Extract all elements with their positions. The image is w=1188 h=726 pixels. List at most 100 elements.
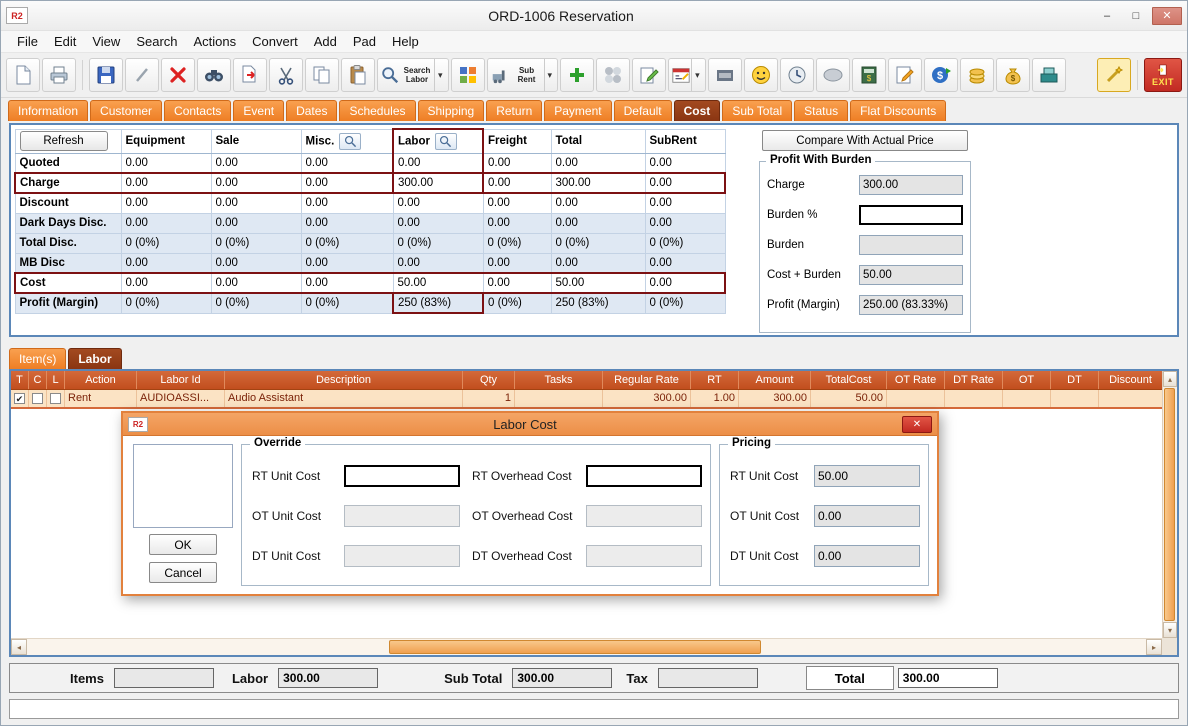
dialog-close-button[interactable]: ✕ xyxy=(902,416,932,433)
calendar-button[interactable]: ▾ xyxy=(668,58,706,92)
ok-button[interactable]: OK xyxy=(149,534,217,555)
col-discount: Discount xyxy=(1099,371,1163,389)
items-header-row: T C L Action Labor Id Description Qty Ta… xyxy=(11,371,1163,389)
strike-button[interactable] xyxy=(125,58,159,92)
menu-file[interactable]: File xyxy=(9,32,46,51)
copy-button[interactable] xyxy=(305,58,339,92)
tab-contacts[interactable]: Contacts xyxy=(164,100,231,121)
tab-schedules[interactable]: Schedules xyxy=(339,100,415,121)
tab-customer[interactable]: Customer xyxy=(90,100,162,121)
minimize-button[interactable]: – xyxy=(1094,7,1120,25)
refresh-button[interactable]: Refresh xyxy=(20,131,108,151)
cut-button[interactable] xyxy=(269,58,303,92)
cell: 0.00 xyxy=(393,213,483,233)
menu-view[interactable]: View xyxy=(84,32,128,51)
cell: 300.00 xyxy=(551,173,645,193)
c-checkbox[interactable] xyxy=(32,393,43,404)
horizontal-scroll-thumb[interactable] xyxy=(389,640,761,654)
tab-status[interactable]: Status xyxy=(794,100,848,121)
tab-sub-total[interactable]: Sub Total xyxy=(722,100,792,121)
edit-notes-button[interactable] xyxy=(888,58,922,92)
tab-flat-discounts[interactable]: Flat Discounts xyxy=(850,100,946,121)
tab-default[interactable]: Default xyxy=(614,100,672,121)
vertical-scrollbar[interactable]: ▴ ▾ xyxy=(1162,371,1177,638)
menu-actions[interactable]: Actions xyxy=(186,32,245,51)
rt-overhead-cost-input[interactable] xyxy=(586,465,702,487)
group-button[interactable] xyxy=(596,58,630,92)
financials-button[interactable]: $ xyxy=(852,58,886,92)
tab-payment[interactable]: Payment xyxy=(544,100,611,121)
magic-wand-button[interactable] xyxy=(1097,58,1131,92)
find-button[interactable] xyxy=(197,58,231,92)
col-misc-label: Misc. xyxy=(306,135,335,147)
blank-button[interactable] xyxy=(816,58,850,92)
history-button[interactable] xyxy=(780,58,814,92)
rt-unit-cost-input[interactable] xyxy=(344,465,460,487)
titlebar: R2 ORD-1006 Reservation – □ ✕ xyxy=(1,1,1187,31)
menu-help[interactable]: Help xyxy=(384,32,427,51)
chart-icon xyxy=(457,64,479,86)
exit-button[interactable]: EXIT xyxy=(1144,58,1182,92)
tab-shipping[interactable]: Shipping xyxy=(418,100,485,121)
tab-items[interactable]: Item(s) xyxy=(9,348,66,369)
feedback-button[interactable] xyxy=(744,58,778,92)
col-labor-label: Labor xyxy=(398,135,430,147)
tab-event[interactable]: Event xyxy=(233,100,284,121)
menu-add[interactable]: Add xyxy=(306,32,345,51)
compare-with-actual-price-button[interactable]: Compare With Actual Price xyxy=(762,130,968,151)
pricing-group-title: Pricing xyxy=(728,437,775,449)
cell: 0.00 xyxy=(121,153,211,173)
new-document-button[interactable] xyxy=(6,58,40,92)
menu-edit[interactable]: Edit xyxy=(46,32,84,51)
search-labor-button[interactable]: Search Labor▾ xyxy=(377,58,449,92)
delete-button[interactable] xyxy=(161,58,195,92)
scroll-left-icon[interactable]: ◂ xyxy=(11,639,27,655)
labor-item-row[interactable]: ✔ Rent AUDIOASSI... Audio Assistant 1 30… xyxy=(11,389,1163,408)
labor-list-box[interactable] xyxy=(133,444,233,528)
scroll-down-icon[interactable]: ▾ xyxy=(1163,622,1177,638)
scroll-right-icon[interactable]: ▸ xyxy=(1146,639,1162,655)
t-checkbox[interactable]: ✔ xyxy=(14,393,25,404)
add-button[interactable] xyxy=(560,58,594,92)
currency-button[interactable]: $ xyxy=(924,58,958,92)
scissors-icon xyxy=(275,64,297,86)
maximize-button[interactable]: □ xyxy=(1123,7,1149,25)
scroll-up-icon[interactable]: ▴ xyxy=(1163,371,1177,387)
label-print-button[interactable] xyxy=(708,58,742,92)
profit-margin-input xyxy=(859,295,963,315)
chart-button[interactable] xyxy=(451,58,485,92)
cancel-button[interactable]: Cancel xyxy=(149,562,217,583)
register-button[interactable] xyxy=(1032,58,1066,92)
cell: 50.00 xyxy=(551,273,645,293)
menu-search[interactable]: Search xyxy=(128,32,185,51)
labor-search-icon[interactable] xyxy=(435,133,457,150)
vertical-scroll-thumb[interactable] xyxy=(1164,388,1175,621)
search-labor-dropdown-icon[interactable]: ▾ xyxy=(434,59,446,91)
sub-rent-dropdown-icon[interactable]: ▾ xyxy=(544,59,556,91)
cell: 0.00 xyxy=(645,213,725,233)
burden-pct-input[interactable] xyxy=(859,205,963,225)
calendar-dropdown-icon[interactable]: ▾ xyxy=(691,59,703,91)
tab-labor[interactable]: Labor xyxy=(68,348,121,369)
convert-button[interactable] xyxy=(233,58,267,92)
tab-information[interactable]: Information xyxy=(8,100,88,121)
notes-button[interactable] xyxy=(632,58,666,92)
paste-button[interactable] xyxy=(341,58,375,92)
menu-convert[interactable]: Convert xyxy=(244,32,306,51)
horizontal-scrollbar[interactable]: ◂ ▸ xyxy=(11,638,1162,655)
tab-return[interactable]: Return xyxy=(486,100,542,121)
l-checkbox[interactable] xyxy=(50,393,61,404)
close-button[interactable]: ✕ xyxy=(1152,7,1182,25)
print-button[interactable] xyxy=(42,58,76,92)
burden-pct-field: Burden % xyxy=(760,200,970,230)
sub-rent-button[interactable]: Sub Rent▾ xyxy=(487,58,559,92)
tab-cost[interactable]: Cost xyxy=(674,100,721,121)
save-button[interactable] xyxy=(89,58,123,92)
coins-button[interactable] xyxy=(960,58,994,92)
money-bag-button[interactable]: $ xyxy=(996,58,1030,92)
menu-pad[interactable]: Pad xyxy=(345,32,384,51)
misc-search-icon[interactable] xyxy=(339,133,361,150)
binoculars-icon xyxy=(203,64,225,86)
col-labor: Labor xyxy=(393,129,483,153)
tab-dates[interactable]: Dates xyxy=(286,100,337,121)
